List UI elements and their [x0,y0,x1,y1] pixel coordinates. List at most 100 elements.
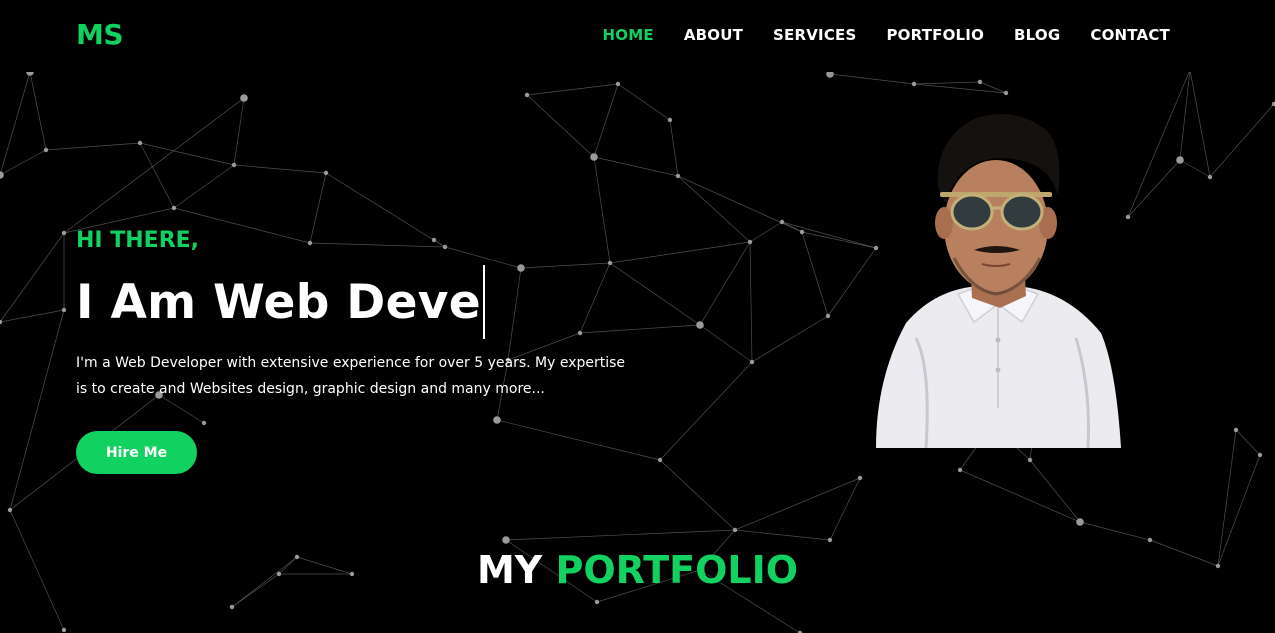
profile-photo [876,114,1121,448]
network-line [593,156,679,177]
network-line [1217,429,1237,567]
nav-services-link[interactable]: SERVICES [773,26,856,44]
network-node [1233,427,1239,433]
network-node [977,79,983,85]
network-node [43,147,49,153]
network-node [827,537,833,543]
network-node [657,457,663,463]
network-line [139,142,235,166]
network-line [309,172,327,244]
hero-greeting: HI THERE, [76,228,200,253]
network-line [827,247,877,317]
network-node [825,313,831,319]
network-line [781,221,877,249]
network-node [61,230,67,236]
main-menu: HOME ABOUT SERVICES PORTFOLIO BLOG CONTA… [603,26,1170,44]
nav-contact-link[interactable]: CONTACT [1090,26,1170,44]
network-line [593,83,619,158]
network-node [229,604,235,610]
network-line [699,241,751,326]
network-line [734,529,831,541]
network-line [45,142,141,151]
network-line [749,241,753,363]
network-node [0,319,3,325]
network-node [201,420,207,426]
network-node [524,92,530,98]
network-line [1189,69,1211,178]
network-line [1179,159,1211,178]
network-node [323,170,329,176]
network-line [801,231,829,317]
network-node [590,153,598,161]
network-node [911,81,917,87]
network-node [171,205,177,211]
network-node [517,264,525,272]
network-line [1235,429,1261,456]
network-line [659,459,736,531]
nav-about-link[interactable]: ABOUT [684,26,743,44]
network-line [507,267,522,361]
network-node [799,229,805,235]
network-line [496,419,661,461]
network-line [979,81,1007,94]
network-line [139,142,175,209]
network-node [502,536,510,544]
site-logo[interactable]: MS [76,18,124,51]
network-node [307,240,313,246]
network-line [959,469,1081,523]
hero-intro: I'm a Web Developer with extensive exper… [76,355,626,397]
network-line [829,73,915,85]
network-node [667,117,673,123]
network-line [609,262,701,326]
network-line [669,119,679,177]
network-node [1147,537,1153,543]
network-line [751,315,829,363]
network-node [61,627,67,633]
network-node [1003,90,1009,96]
nav-blog-link[interactable]: BLOG [1014,26,1060,44]
network-line [593,156,611,264]
network-line [1029,459,1081,523]
network-node [1076,518,1084,526]
page: MS HOME ABOUT SERVICES PORTFOLIO BLOG CO… [0,0,1275,633]
network-line [749,221,783,243]
network-node [857,475,863,481]
network-node [1176,156,1184,164]
network-node [137,140,143,146]
hero-headline: I Am Web Deve [76,264,485,340]
network-node [675,173,681,179]
network-node [957,467,963,473]
portfolio-section-title: MY PORTFOLIO [0,548,1275,592]
network-line [0,149,47,176]
network-line [734,477,861,531]
network-line [520,262,611,269]
network-node [696,321,704,329]
network-node [1027,457,1033,463]
network-line [1179,69,1191,161]
hire-me-button[interactable]: Hire Me [76,431,197,474]
network-node [442,244,448,250]
network-node [749,359,755,365]
network-line [1079,521,1151,541]
network-line [29,71,47,151]
network-line [1127,159,1181,218]
nav-home-link[interactable]: HOME [603,26,654,44]
network-node [493,416,501,424]
network-line [233,164,327,174]
network-line [0,232,65,323]
network-line [699,324,753,363]
network-line [1209,103,1275,178]
network-node [61,307,67,313]
network-node [431,237,437,243]
network-line [0,309,65,323]
network-node [240,94,248,102]
network-line [526,94,595,158]
network-node [594,599,600,605]
portfolio-title-white: MY [476,548,543,592]
network-line [9,309,65,511]
network-node [577,330,583,336]
network-node [747,239,753,245]
nav-portfolio-link[interactable]: PORTFOLIO [886,26,984,44]
network-line [233,97,245,166]
network-line [801,231,877,249]
